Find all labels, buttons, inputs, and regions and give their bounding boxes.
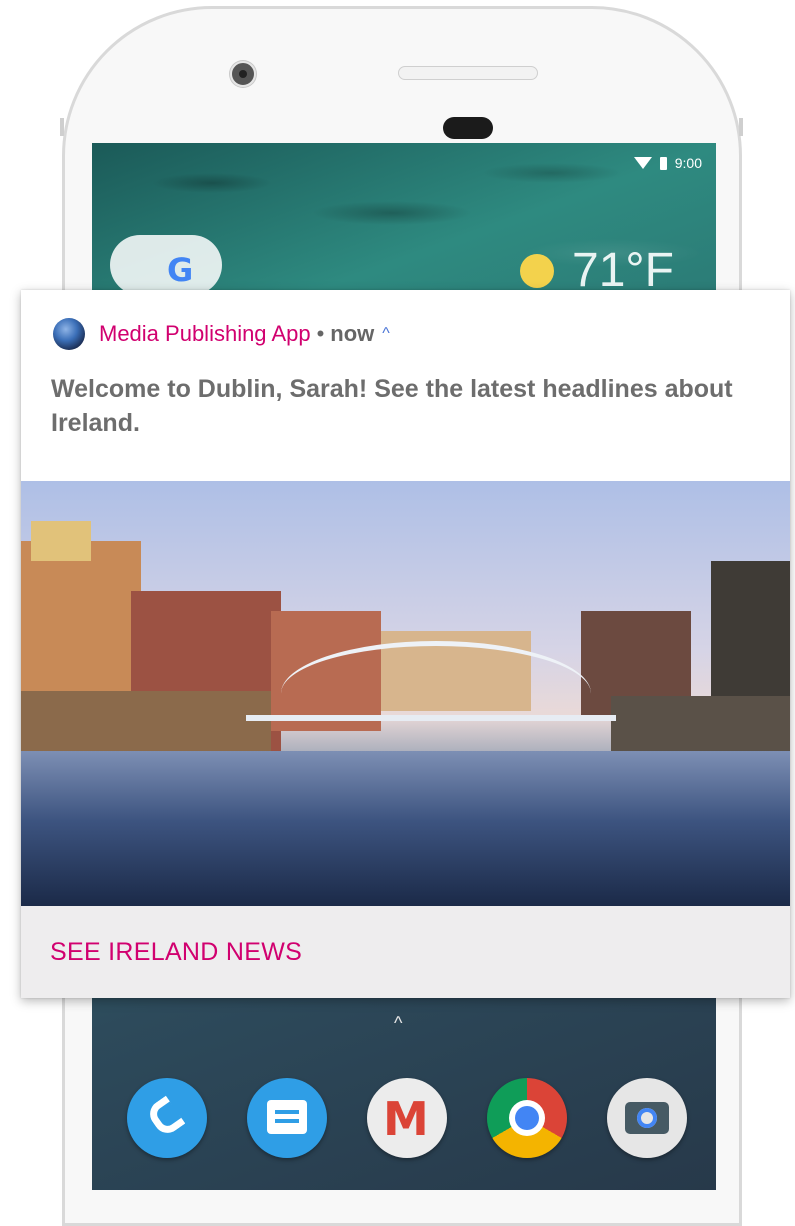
see-ireland-news-button[interactable]: SEE IRELAND NEWS [50, 938, 302, 967]
message-icon [267, 1100, 307, 1134]
bridge-deck [246, 693, 616, 721]
chevron-up-icon[interactable]: ^ [382, 325, 390, 343]
battery-icon [659, 156, 667, 170]
status-bar: 9:00 [633, 155, 702, 171]
sun-icon [520, 253, 554, 288]
notification-app-name: Media Publishing App [99, 321, 311, 346]
google-search-widget[interactable]: G [110, 235, 222, 295]
status-time: 9:00 [674, 155, 702, 171]
push-notification-card[interactable]: Media Publishing App • now ^ Welcome to … [21, 290, 790, 998]
camera-lens-icon [625, 1102, 669, 1134]
river-reflection [21, 751, 790, 906]
messages-app-icon[interactable] [247, 1078, 327, 1158]
gmail-m-icon: M [383, 1092, 429, 1146]
phone-app-icon[interactable] [127, 1078, 207, 1158]
front-camera [230, 61, 256, 87]
proximity-sensor [443, 117, 493, 139]
building-left-top [31, 521, 91, 561]
handset-icon [144, 1095, 186, 1139]
chrome-logo-icon [509, 1100, 545, 1136]
app-dock: M [127, 1078, 687, 1158]
notification-time: now [330, 321, 375, 346]
notification-header: Media Publishing App • now ^ [53, 318, 390, 350]
notification-action-bar: SEE IRELAND NEWS [21, 906, 790, 998]
notification-message: Welcome to Dublin, Sarah! See the latest… [51, 375, 733, 437]
wifi-icon [633, 157, 652, 169]
camera-app-icon[interactable] [607, 1078, 687, 1158]
globe-app-icon [53, 318, 85, 350]
header-separator: • [316, 321, 325, 346]
gmail-app-icon[interactable]: M [367, 1078, 447, 1158]
dublin-river-photo [21, 481, 790, 906]
google-icon: G [167, 251, 194, 289]
app-drawer-arrow-icon[interactable]: ^ [394, 1013, 402, 1034]
earpiece-speaker [398, 66, 538, 80]
chrome-app-icon[interactable] [487, 1078, 567, 1158]
side-button-right [739, 118, 743, 136]
side-button-left [60, 118, 64, 136]
